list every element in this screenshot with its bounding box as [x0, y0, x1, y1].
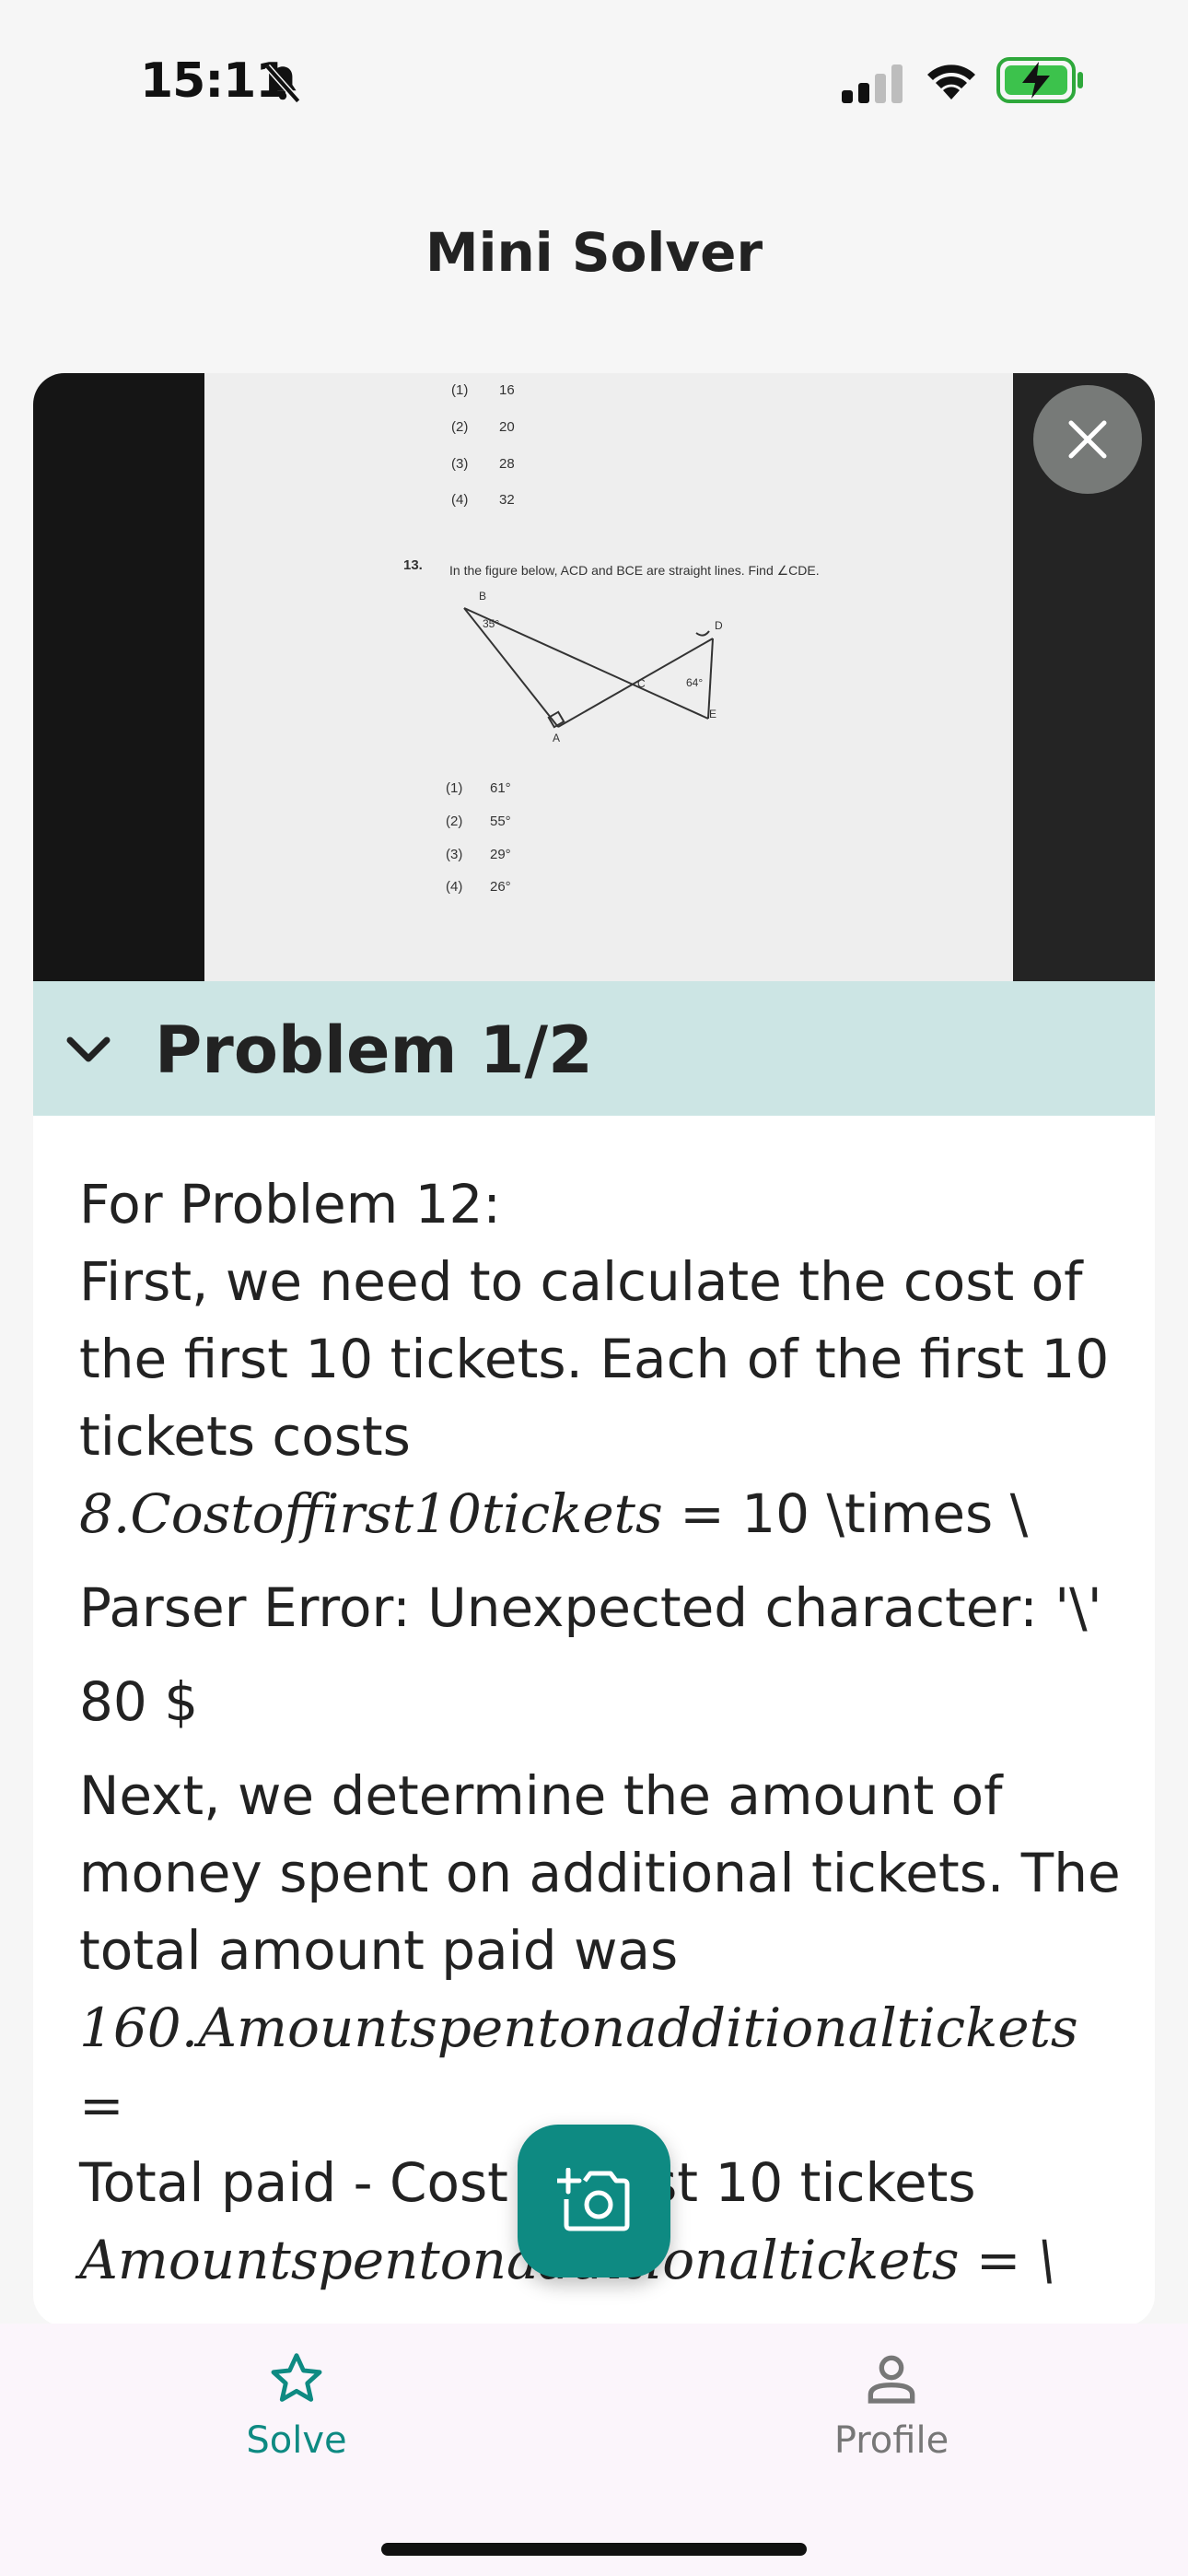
q13-option-4-value: 26°: [490, 879, 511, 895]
solution-math-2: 160.Amountspentonadditionaltickets =: [79, 1996, 1078, 2137]
figure-label-c: C: [637, 677, 646, 690]
q13-option-2-value: 55°: [490, 814, 511, 829]
add-photo-camera-icon: [557, 2168, 630, 2231]
problem-title: Problem 1/2: [155, 1013, 593, 1088]
q12-option-3-value: 28: [499, 456, 515, 472]
problem-header[interactable]: Problem 1/2: [33, 981, 1155, 1116]
nav-item-solve[interactable]: Solve: [158, 2349, 435, 2462]
q13-option-3-num: (3): [446, 847, 462, 862]
q13-option-1-num: (1): [446, 780, 462, 796]
q13-number: 13.: [403, 557, 423, 573]
q12-option-1-value: 16: [499, 382, 515, 398]
math-raw-text: 10 \times \: [724, 1482, 1029, 1545]
q13-option-1-value: 61°: [490, 780, 511, 796]
q12-option-2-value: 20: [499, 419, 515, 435]
figure-label-e: E: [709, 708, 716, 720]
solution-result-1: 80 $: [79, 1670, 199, 1733]
nav-label-solve: Solve: [246, 2419, 347, 2462]
star-icon: [271, 2353, 322, 2402]
chevron-down-icon[interactable]: [63, 1024, 114, 1075]
camera-fab-button[interactable]: [518, 2125, 670, 2277]
q13-option-2-num: (2): [446, 814, 462, 829]
triangle-figure: [463, 607, 714, 729]
solution-math-1: 8.Costoffirst10tickets = 10 \times \: [79, 1475, 1129, 1552]
paper-sheet: (1) 16 (2) 20 (3) 28 (4) 32 13. In the f…: [204, 373, 1017, 981]
solution-paragraph-1: First, we need to calculate the cost of …: [79, 1250, 1110, 1468]
person-icon: [868, 2355, 915, 2404]
q12-option-2-num: (2): [451, 419, 468, 435]
math-expression: 8.Costoffirst10tickets =: [79, 1482, 725, 1545]
problem-card: (1) 16 (2) 20 (3) 28 (4) 32 13. In the f…: [33, 373, 1155, 2326]
q12-option-1-num: (1): [451, 382, 468, 398]
q12-option-4-value: 32: [499, 492, 515, 508]
nav-item-profile[interactable]: Profile: [753, 2349, 1030, 2462]
bottom-nav: Solve Profile: [0, 2324, 1188, 2576]
close-icon: [1068, 420, 1107, 459]
solution-heading: For Problem 12:: [79, 1173, 501, 1235]
wifi-icon: [923, 57, 980, 103]
solution-paragraph-2: Next, we determine the amount of money s…: [79, 1764, 1121, 1982]
silent-bell-icon: [260, 61, 306, 111]
q13-question-text: In the figure below, ACD and BCE are str…: [449, 563, 820, 578]
figure-label-b: B: [479, 590, 486, 603]
figure-label-d: D: [715, 619, 723, 632]
q12-option-4-num: (4): [451, 492, 468, 508]
parser-error-1: Parser Error: Unexpected character: '\': [79, 1576, 1102, 1639]
page-title: Mini Solver: [425, 221, 763, 284]
q12-option-3-num: (3): [451, 456, 468, 472]
q13-option-4-num: (4): [446, 879, 462, 895]
q13-option-3-value: 29°: [490, 847, 511, 862]
problem-photo: (1) 16 (2) 20 (3) 28 (4) 32 13. In the f…: [33, 373, 1155, 981]
figure-label-a: A: [553, 732, 560, 744]
battery-charging-icon: [996, 57, 1085, 107]
figure-label-angle-e: 64°: [686, 676, 703, 689]
cellular-signal-icon: [842, 64, 904, 107]
close-button[interactable]: [1033, 385, 1142, 494]
nav-label-profile: Profile: [833, 2419, 949, 2462]
home-indicator: [381, 2543, 807, 2556]
figure-label-angle-b: 35°: [483, 617, 499, 630]
